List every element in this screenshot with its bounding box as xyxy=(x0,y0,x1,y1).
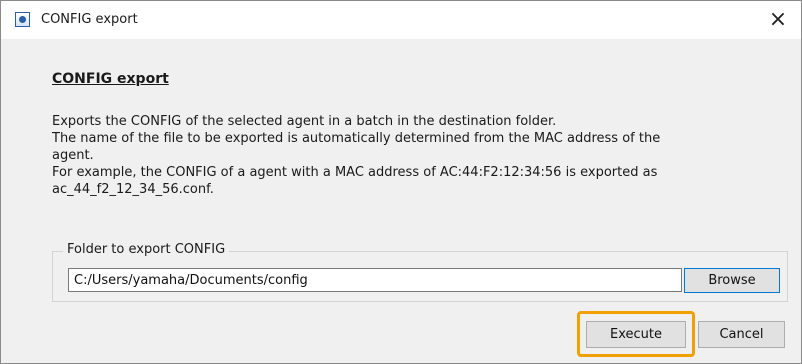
description-line: agent. xyxy=(52,148,94,163)
cancel-button[interactable]: Cancel xyxy=(698,321,785,348)
folder-path-input[interactable] xyxy=(68,268,682,292)
title-bar: CONFIG export × xyxy=(1,1,801,39)
folder-group-label: Folder to export CONFIG xyxy=(63,241,230,259)
app-icon xyxy=(15,12,30,27)
close-button[interactable]: × xyxy=(755,1,801,39)
description-line: Exports the CONFIG of the selected agent… xyxy=(52,114,557,129)
execute-button[interactable]: Execute xyxy=(586,321,686,348)
browse-button[interactable]: Browse xyxy=(684,268,780,293)
description-line: ac_44_f2_12_34_56.conf. xyxy=(52,182,214,197)
config-export-dialog: CONFIG export × CONFIG export Exports th… xyxy=(0,0,802,364)
section-heading: CONFIG export xyxy=(52,71,169,87)
folder-group: Folder to export CONFIG Browse xyxy=(52,241,788,302)
description-line: The name of the file to be exported is a… xyxy=(52,131,661,146)
description: Exports the CONFIG of the selected agent… xyxy=(52,113,792,198)
window-title: CONFIG export xyxy=(41,12,138,27)
description-line: For example, the CONFIG of a agent with … xyxy=(52,165,658,180)
